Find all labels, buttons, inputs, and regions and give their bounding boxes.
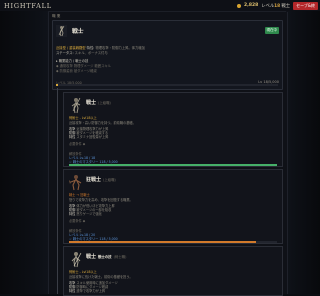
current-class-skill: ◆ 防御姿勢 被ダメージ軽減 [56, 69, 97, 73]
class-card-warrior[interactable]: 戦士 (上級職) 剣術士 - Lvl18以上 近接攻撃・高い防御力を持つ。前衛職の… [63, 92, 283, 167]
right-background [286, 11, 320, 294]
class-name: 戦士 (上級職) [86, 100, 111, 106]
class-progress-bar [69, 241, 277, 243]
current-class-title: 戦士 [72, 29, 84, 35]
class-progress-fill [69, 164, 277, 166]
class-name: 狂戦士 (上級職) [86, 177, 116, 183]
class-note: 必要条件 ◆ [69, 219, 86, 223]
berserker-icon [69, 175, 82, 191]
game-title: HIGHTFALL [4, 1, 52, 10]
class-panel: 職 業 戦士 現在中 近接型 / 重装戦闘型 特性: 物理攻撃・防御力上昇。体力… [48, 12, 288, 296]
current-class-stats: ステータス: スキル、ボーナス付与 [56, 51, 108, 55]
equipped-badge: 現在中 [264, 27, 279, 34]
top-bar: HIGHTFALL 2,828 レベル18 戦士 セーブ&終 [0, 0, 320, 12]
save-quit-button[interactable]: セーブ&終 [293, 1, 318, 10]
xp-progress-bar [56, 84, 278, 86]
gold-coin-icon [237, 3, 242, 8]
xp-progress-fill [56, 84, 58, 86]
warrior-sword-icon [56, 25, 67, 37]
class-note: 必要条件 ◆ [69, 142, 86, 146]
left-background [0, 11, 48, 294]
current-class-card: 戦士 現在中 近接型 / 重装戦闘型 特性: 物理攻撃・防御力上昇。体力増加 ス… [52, 20, 283, 90]
level-indicator: レベル18 戦士 [261, 3, 291, 9]
panel-header: 職 業 [52, 14, 61, 18]
class-trait: 特性 怒りゲージで強化 [69, 212, 102, 216]
class-trait: 特性 連撃で攻撃力が上昇 [69, 289, 106, 293]
class-tree-line [57, 88, 58, 294]
class-card-berserker[interactable]: 狂戦士 (上級職) 戦士 → 狂戦士 怒りで攻撃力を高め、攻撃を回復する職業。 攻… [63, 169, 283, 244]
gold-amount: 2,828 [244, 3, 259, 8]
class-name: 戦士 戦士の技 (剣士職) [86, 254, 127, 260]
class-card-swordsman[interactable]: 戦士 戦士の技 (剣士職) 剣術士 - Lvl18以上 近接攻撃に長けた戦士。前衛の… [63, 246, 283, 296]
class-desc: 近接攻撃に長けた戦士。前衛の基礎を担う。 [69, 275, 133, 279]
class-progress-bar [69, 164, 277, 166]
class-desc: 怒りで攻撃力を高め、攻撃を回復する職業。 [69, 198, 133, 202]
class-trait: 特性 スタミナ回復量が上昇 [69, 135, 109, 139]
warrior-icon [71, 97, 81, 114]
class-progress-fill [69, 241, 256, 243]
swordsman-icon [71, 252, 82, 268]
class-desc: 近接攻撃・高い防御力を持つ。前衛職の基礎。 [69, 121, 136, 125]
